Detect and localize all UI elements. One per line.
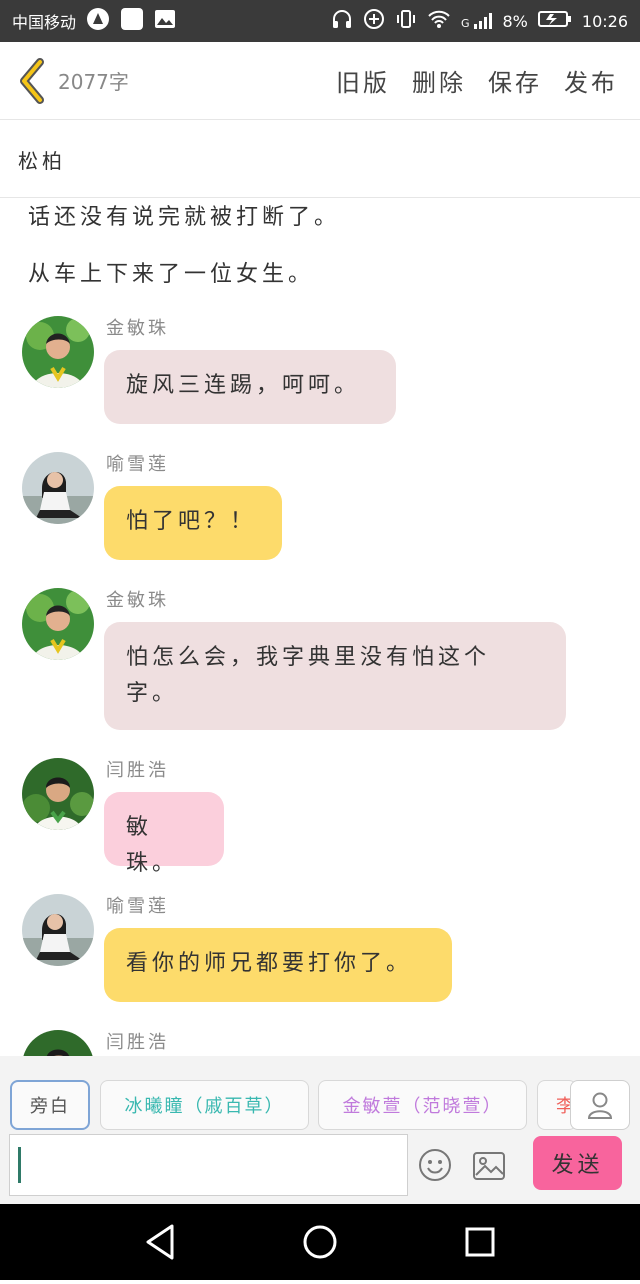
- send-label: 发送: [551, 1153, 604, 1178]
- clock: 10:26: [581, 11, 628, 31]
- sender-name: 闫胜浩: [106, 1032, 169, 1053]
- message-input[interactable]: [9, 1134, 408, 1196]
- role-tab-label: 冰曦瞳（戚百草）: [124, 1096, 285, 1117]
- emoji-icon[interactable]: [418, 1148, 452, 1182]
- data-saver-icon: [363, 8, 385, 34]
- avatar-jin-minzhu[interactable]: [22, 316, 94, 388]
- old-version-button[interactable]: 旧版: [336, 63, 390, 98]
- role-tab-character[interactable]: 金敏萱（范晓萱）: [318, 1080, 527, 1130]
- back-arrow-icon: [20, 57, 44, 104]
- sender-name: 喻雪莲: [106, 896, 169, 917]
- nav-recents-icon[interactable]: [465, 1227, 495, 1257]
- message-text: 旋风三连踢，呵呵。: [126, 373, 361, 398]
- delete-button[interactable]: 删除: [412, 63, 466, 98]
- image-icon[interactable]: [472, 1151, 506, 1181]
- composer: 旁白 冰曦瞳（戚百草） 金敏萱（范晓萱） 李 发送: [0, 1056, 640, 1204]
- message-text: 敏珠。: [126, 815, 179, 876]
- role-tab-label: 旁白: [30, 1096, 70, 1117]
- message-bubble[interactable]: 敏珠。: [104, 792, 224, 876]
- editor-toolbar: 2077字 旧版 删除 保存 发布: [0, 42, 640, 120]
- message-bubble[interactable]: 看你的师兄都要打你了。: [104, 928, 452, 1002]
- cell-signal-icon: G: [461, 12, 493, 30]
- save-button[interactable]: 保存: [488, 63, 542, 98]
- navigation-bar: [0, 1204, 640, 1280]
- chat-content[interactable]: 话还没有说完就被打断了。 从车上下来了一位女生。 金敏珠 旋风三连踢，呵呵。 喻…: [0, 199, 640, 1056]
- message-bubble[interactable]: 怕怎么会，我字典里没有怕这个 字。: [104, 622, 566, 730]
- app-notification-icon: [120, 7, 144, 35]
- avatar-jin-minzhu[interactable]: [22, 588, 94, 660]
- vibrate-icon: [395, 9, 417, 33]
- message-text: 字。: [126, 681, 179, 706]
- text-cursor: [18, 1147, 21, 1183]
- avatar-yan-shenghao[interactable]: [22, 758, 94, 830]
- back-button[interactable]: [6, 42, 58, 120]
- story-title[interactable]: 松柏: [0, 121, 640, 198]
- role-tab-label: 金敏萱（范晓萱）: [342, 1096, 503, 1117]
- sender-name: 闫胜浩: [106, 760, 169, 781]
- message-text: 怕怎么会，我字典里没有怕这个: [126, 645, 491, 670]
- carrier-label: 中国移动: [12, 13, 77, 32]
- manage-roles-button[interactable]: [570, 1080, 630, 1130]
- browser-icon: [86, 7, 110, 35]
- sender-name: 金敏珠: [106, 318, 169, 339]
- role-tabs: 旁白 冰曦瞳（戚百草） 金敏萱（范晓萱） 李: [0, 1080, 640, 1130]
- narration-line: 话还没有说完就被打断了。: [28, 205, 341, 230]
- message-bubble[interactable]: 怕了吧？！: [104, 486, 282, 560]
- message-bubble[interactable]: 旋风三连踢，呵呵。: [104, 350, 396, 424]
- status-bar: 中国移动 G 8% 10:26: [0, 0, 640, 42]
- role-tab-character[interactable]: 冰曦瞳（戚百草）: [100, 1080, 309, 1130]
- publish-button[interactable]: 发布: [564, 63, 618, 98]
- battery-charging-icon: [537, 10, 572, 32]
- narration-line: 从车上下来了一位女生。: [28, 262, 315, 287]
- avatar-yan-shenghao[interactable]: [22, 1030, 94, 1056]
- nav-back-icon[interactable]: [146, 1224, 174, 1260]
- message-text: 看你的师兄都要打你了。: [126, 951, 413, 976]
- sender-name: 喻雪莲: [106, 454, 169, 475]
- send-button[interactable]: 发送: [533, 1136, 622, 1190]
- avatar-yu-xuelian[interactable]: [22, 452, 94, 524]
- word-count: 2077字: [58, 70, 129, 94]
- battery-percent: 8%: [502, 11, 528, 31]
- sender-name: 金敏珠: [106, 590, 169, 611]
- gallery-icon: [154, 9, 176, 33]
- headphones-icon: [331, 9, 353, 33]
- role-tab-narrator[interactable]: 旁白: [10, 1080, 90, 1130]
- nav-home-icon[interactable]: [303, 1225, 337, 1259]
- message-text: 怕了吧？！: [126, 509, 257, 534]
- navigation-buttons: [146, 1224, 495, 1260]
- person-icon: [587, 1092, 613, 1119]
- avatar-yu-xuelian[interactable]: [22, 894, 94, 966]
- wifi-icon: [427, 9, 451, 33]
